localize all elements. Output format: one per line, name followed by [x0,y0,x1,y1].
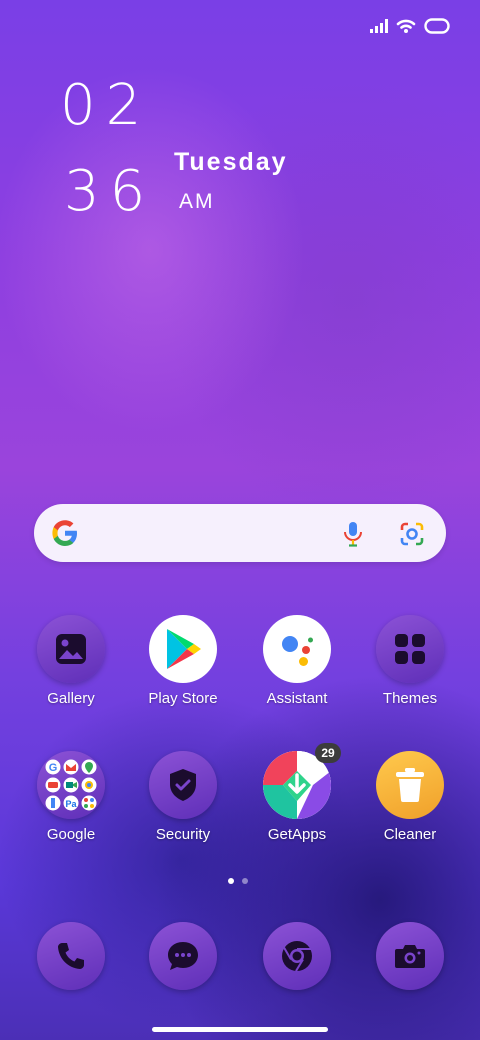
messages-icon [149,922,217,990]
app-getapps[interactable]: 29 GetApps [242,743,352,843]
camera-icon [376,922,444,990]
security-shield-icon [149,751,217,819]
svg-text:G: G [49,762,58,774]
app-label: Gallery [47,690,95,707]
notification-badge: 29 [315,743,341,763]
app-play-store[interactable]: Play Store [128,615,238,707]
themes-icon [376,615,444,683]
dock-phone[interactable] [16,922,126,990]
app-google-folder[interactable]: G Pa Google [16,751,126,843]
dock-chrome[interactable] [242,922,352,990]
google-lens-icon[interactable] [398,520,426,548]
page-indicator [228,878,248,884]
chrome-icon [263,922,331,990]
app-security[interactable]: Security [128,751,238,843]
dock-messages[interactable] [128,922,238,990]
assistant-icon [263,615,331,683]
microphone-icon[interactable] [342,520,364,548]
app-themes[interactable]: Themes [355,615,465,707]
google-logo-icon [52,520,77,546]
dock-camera[interactable] [355,922,465,990]
app-assistant[interactable]: Assistant [242,615,352,707]
svg-text:Pa: Pa [65,799,77,809]
clock-hour: 02 [60,73,152,138]
app-label: Security [155,826,211,843]
app-label: Play Store [148,690,218,707]
clock-day: Tuesday [174,148,288,176]
gallery-icon [37,615,105,683]
app-label: Assistant [266,690,328,707]
app-label: GetApps [267,826,327,843]
trash-cleaner-icon [376,751,444,819]
clock-minute: 36 [64,159,156,224]
app-gallery[interactable]: Gallery [16,615,126,707]
status-bar [370,18,450,34]
phone-icon [37,922,105,990]
wifi-icon [396,19,416,33]
getapps-icon: 29 [263,743,341,819]
google-folder-icon: G Pa [37,751,105,819]
signal-icon [370,19,388,33]
page-dot [242,878,248,884]
page-dot-active [228,878,234,884]
clock-ampm: AM [179,190,215,213]
play-store-icon [149,615,217,683]
app-label: Google [46,826,96,843]
google-search-bar[interactable] [34,504,446,562]
app-cleaner[interactable]: Cleaner [355,751,465,843]
gesture-nav-bar[interactable] [152,1027,328,1032]
battery-icon [424,18,450,34]
app-label: Themes [382,690,438,707]
app-label: Cleaner [383,826,437,843]
